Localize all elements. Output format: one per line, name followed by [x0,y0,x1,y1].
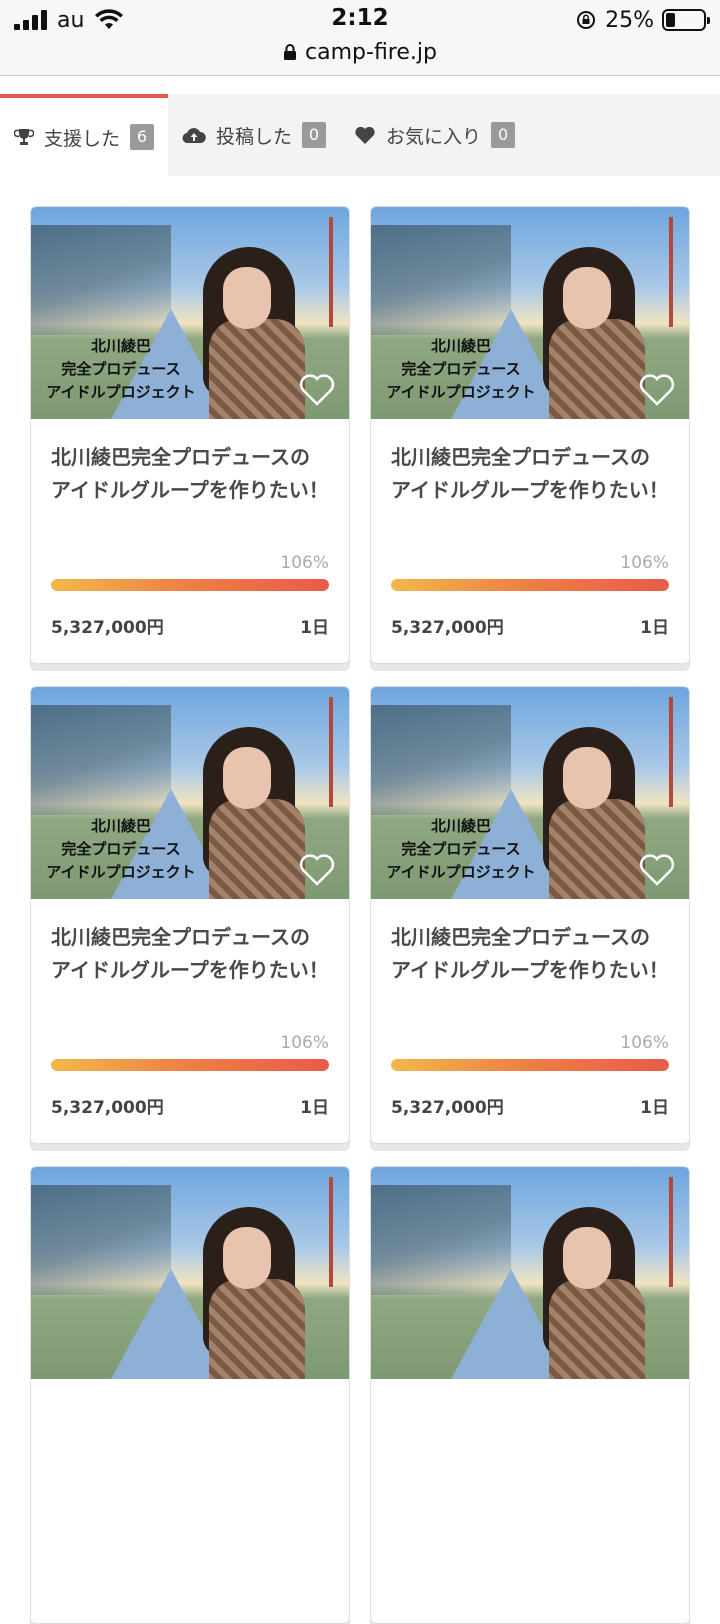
project-card[interactable]: 北川綾巴 完全プロデュース アイドルプロジェクト 北川綾巴完全プロデュースのアイ… [370,206,690,664]
status-right: 25% [575,6,710,34]
image-caption-line: 完全プロデュース [401,840,521,858]
heart-icon [355,126,375,144]
project-card[interactable] [30,1166,350,1624]
progress-bar [51,1059,329,1071]
trophy-icon [14,129,34,145]
battery-percent: 25% [605,7,654,33]
progress-fill [391,1059,669,1071]
image-caption-line: アイドルプロジェクト [46,863,196,881]
favorite-heart-icon[interactable] [299,373,335,407]
image-caption-line: 北川綾巴 [90,337,151,355]
image-caption-line: 完全プロデュース [61,840,181,858]
project-card[interactable]: 北川綾巴 完全プロデュース アイドルプロジェクト 北川綾巴完全プロデュースのアイ… [30,206,350,664]
funding-percent: 106% [280,1033,329,1053]
days-left: 1日 [300,1098,329,1118]
favorite-heart-icon[interactable] [639,853,675,887]
project-card[interactable] [370,1166,690,1624]
project-image: 北川綾巴 完全プロデュース アイドルプロジェクト [371,207,689,419]
image-caption-line: 北川綾巴 [430,337,491,355]
status-bar: au 2:12 25% camp-fire.jp [0,0,720,76]
funded-amount: 5,327,000円 [391,618,504,638]
tab-supported[interactable]: 支援した 6 [0,94,168,176]
progress-fill [51,579,329,591]
favorite-heart-icon[interactable] [639,373,675,407]
tab-favorites-label: お気に入り [386,125,482,148]
project-image [31,1167,349,1379]
project-title[interactable]: 北川綾巴完全プロデュースのアイドルグループを作りたい！ [51,921,329,1021]
tab-favorites[interactable]: お気に入り 0 [340,94,529,176]
image-caption-line: アイドルプロジェクト [386,863,536,881]
image-caption: 北川綾巴 完全プロデュース アイドルプロジェクト [41,815,201,884]
favorite-heart-icon[interactable] [299,853,335,887]
tab-supported-label: 支援した [44,127,121,150]
project-card[interactable]: 北川綾巴 完全プロデュース アイドルプロジェクト 北川綾巴完全プロデュースのアイ… [370,686,690,1144]
funded-amount: 5,327,000円 [391,1098,504,1118]
project-grid: 北川綾巴 完全プロデュース アイドルプロジェクト 北川綾巴完全プロデュースのアイ… [30,206,690,1624]
tab-favorites-count: 0 [491,122,516,148]
progress-bar [51,579,329,591]
funded-amount: 5,327,000円 [51,1098,164,1118]
project-image [371,1167,689,1379]
image-caption-line: 北川綾巴 [90,817,151,835]
progress-bar [391,1059,669,1071]
address-bar[interactable]: camp-fire.jp [0,36,720,68]
project-image: 北川綾巴 完全プロデュース アイドルプロジェクト [371,687,689,899]
project-image: 北川綾巴 完全プロデュース アイドルプロジェクト [31,687,349,899]
project-title[interactable]: 北川綾巴完全プロデュースのアイドルグループを作りたい！ [51,441,329,541]
tab-supported-count: 6 [130,124,154,150]
image-caption-line: 完全プロデュース [61,360,181,378]
tab-posted-count: 0 [302,122,327,148]
image-caption: 北川綾巴 完全プロデュース アイドルプロジェクト [41,335,201,404]
image-caption-line: 北川綾巴 [430,817,491,835]
lock-icon [284,44,297,60]
project-title[interactable]: 北川綾巴完全プロデュースのアイドルグループを作りたい！ [391,441,669,541]
rotation-lock-icon [577,11,596,29]
days-left: 1日 [640,1098,669,1118]
image-caption: 北川綾巴 完全プロデュース アイドルプロジェクト [381,335,541,404]
days-left: 1日 [640,618,669,638]
days-left: 1日 [300,618,329,638]
progress-fill [51,1059,329,1071]
project-card[interactable]: 北川綾巴 完全プロデュース アイドルプロジェクト 北川綾巴完全プロデュースのアイ… [30,686,350,1144]
project-image: 北川綾巴 完全プロデュース アイドルプロジェクト [31,207,349,419]
image-caption: 北川綾巴 完全プロデュース アイドルプロジェクト [381,815,541,884]
tab-posted-label: 投稿した [216,125,293,148]
project-title[interactable]: 北川綾巴完全プロデュースのアイドルグループを作りたい！ [391,921,669,1021]
funding-percent: 106% [620,553,669,573]
battery-icon [662,9,710,31]
funding-percent: 106% [620,1033,669,1053]
progress-bar [391,579,669,591]
funding-percent: 106% [280,553,329,573]
profile-tabs: 支援した 6 投稿した 0 お気に入り 0 [0,94,720,176]
image-caption-line: アイドルプロジェクト [386,383,536,401]
battery-fill [666,13,675,27]
funded-amount: 5,327,000円 [51,618,164,638]
image-caption-line: アイドルプロジェクト [46,383,196,401]
cloud-upload-icon [182,128,206,144]
progress-fill [391,579,669,591]
tab-posted[interactable]: 投稿した 0 [168,94,340,176]
image-caption-line: 完全プロデュース [401,360,521,378]
url-text: camp-fire.jp [305,39,437,65]
